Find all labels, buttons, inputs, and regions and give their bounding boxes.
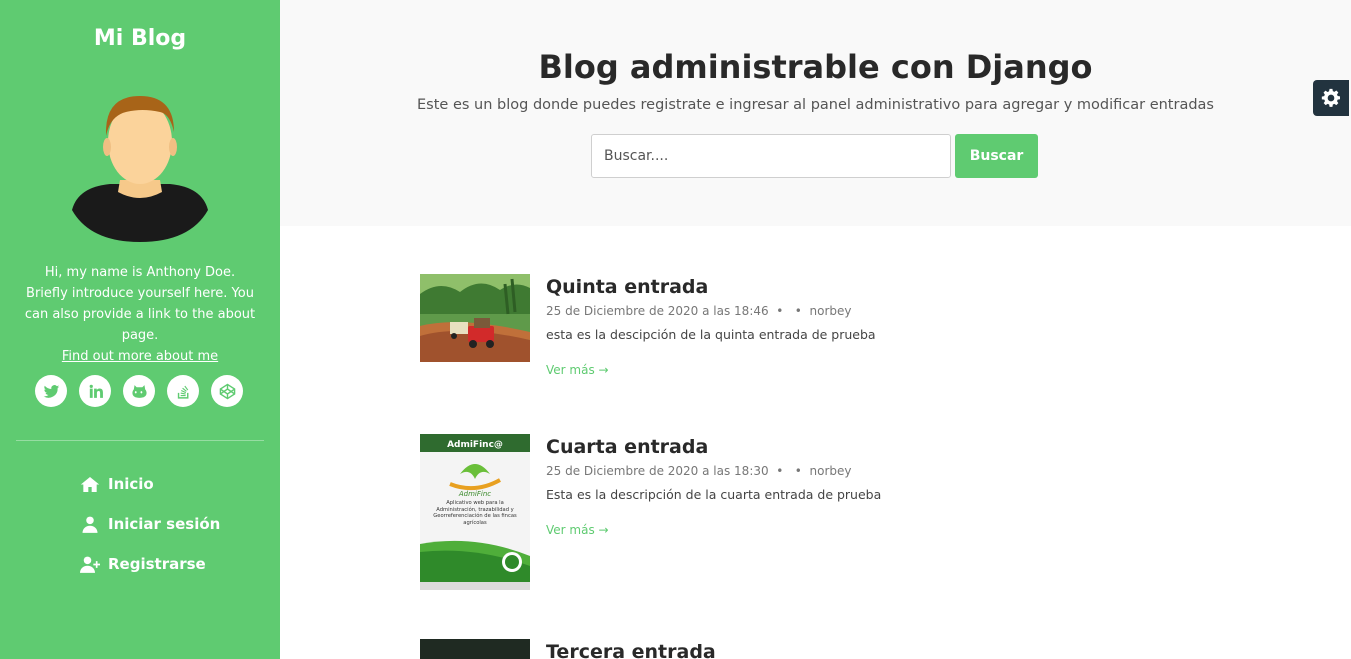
post-thumbnail[interactable]: [420, 274, 530, 362]
post-thumbnail[interactable]: AdmiFinc@ AdmiFinc Aplicativo web para l…: [420, 434, 530, 590]
post-description: esta es la descipción de la quinta entra…: [546, 327, 876, 342]
post-meta: 25 de Diciembre de 2020 a las 18:30 • • …: [546, 464, 852, 478]
nav-item-register[interactable]: Registrarse: [80, 544, 220, 584]
nav-item-inicio[interactable]: Inicio: [80, 464, 220, 504]
svg-text:AdmiFinc: AdmiFinc: [458, 490, 491, 498]
post-date: 25 de Diciembre de 2020 a las 18:46: [546, 304, 769, 318]
post-date: 25 de Diciembre de 2020 a las 18:30: [546, 464, 769, 478]
post-item: AdmiFinc@ AdmiFinc Aplicativo web para l…: [420, 434, 1220, 594]
post-author: norbey: [809, 304, 852, 318]
home-icon: [80, 476, 100, 492]
post-author: norbey: [809, 464, 852, 478]
bio: Hi, my name is Anthony Doe. Briefly intr…: [22, 262, 258, 367]
search-button[interactable]: Buscar: [955, 134, 1038, 178]
about-link[interactable]: Find out more about me: [22, 346, 258, 367]
sidebar-divider: [16, 440, 264, 441]
page-title: Blog administrable con Django: [538, 48, 1093, 86]
search-input[interactable]: [591, 134, 951, 178]
post-title[interactable]: Cuarta entrada: [546, 436, 1206, 458]
read-more-link[interactable]: Ver más →: [546, 363, 609, 377]
post-description: Esta es la descripción de la cuarta entr…: [546, 487, 882, 502]
linkedin-icon[interactable]: [79, 375, 111, 407]
post-body: Tercera entrada: [546, 639, 1206, 659]
stack-overflow-icon[interactable]: [167, 375, 199, 407]
page-header: Blog administrable con Django Este es un…: [280, 0, 1351, 226]
svg-text:AdmiFinc@: AdmiFinc@: [447, 440, 503, 450]
post-thumbnail[interactable]: [420, 639, 530, 659]
github-icon[interactable]: [123, 375, 155, 407]
twitter-icon[interactable]: [35, 375, 67, 407]
user-icon: [82, 516, 98, 533]
page-subtitle: Este es un blog donde puedes registrate …: [417, 97, 1214, 113]
gear-icon: [1321, 88, 1340, 107]
nav-item-login[interactable]: Iniciar sesión: [80, 504, 220, 544]
codepen-icon[interactable]: [211, 375, 243, 407]
read-more-link[interactable]: Ver más →: [546, 523, 609, 537]
blog-name[interactable]: Mi Blog: [0, 26, 280, 51]
post-body: Quinta entrada 25 de Diciembre de 2020 a…: [546, 274, 1206, 378]
user-plus-icon: [80, 556, 100, 573]
social-links: [35, 375, 247, 407]
post-title[interactable]: Tercera entrada: [546, 641, 1206, 659]
post-meta: 25 de Diciembre de 2020 a las 18:46 • • …: [546, 304, 852, 318]
post-item: Tercera entrada: [420, 639, 1220, 659]
post-body: Cuarta entrada 25 de Diciembre de 2020 a…: [546, 434, 1206, 538]
post-item: Quinta entrada 25 de Diciembre de 2020 a…: [420, 274, 1220, 394]
sidebar-nav: Inicio Iniciar sesión Registrarse: [80, 464, 220, 584]
avatar: [72, 96, 208, 242]
sidebar: Mi Blog Hi, my name is Anthony Doe. Brie…: [0, 0, 280, 659]
settings-button[interactable]: [1313, 80, 1349, 116]
post-title[interactable]: Quinta entrada: [546, 276, 1206, 298]
